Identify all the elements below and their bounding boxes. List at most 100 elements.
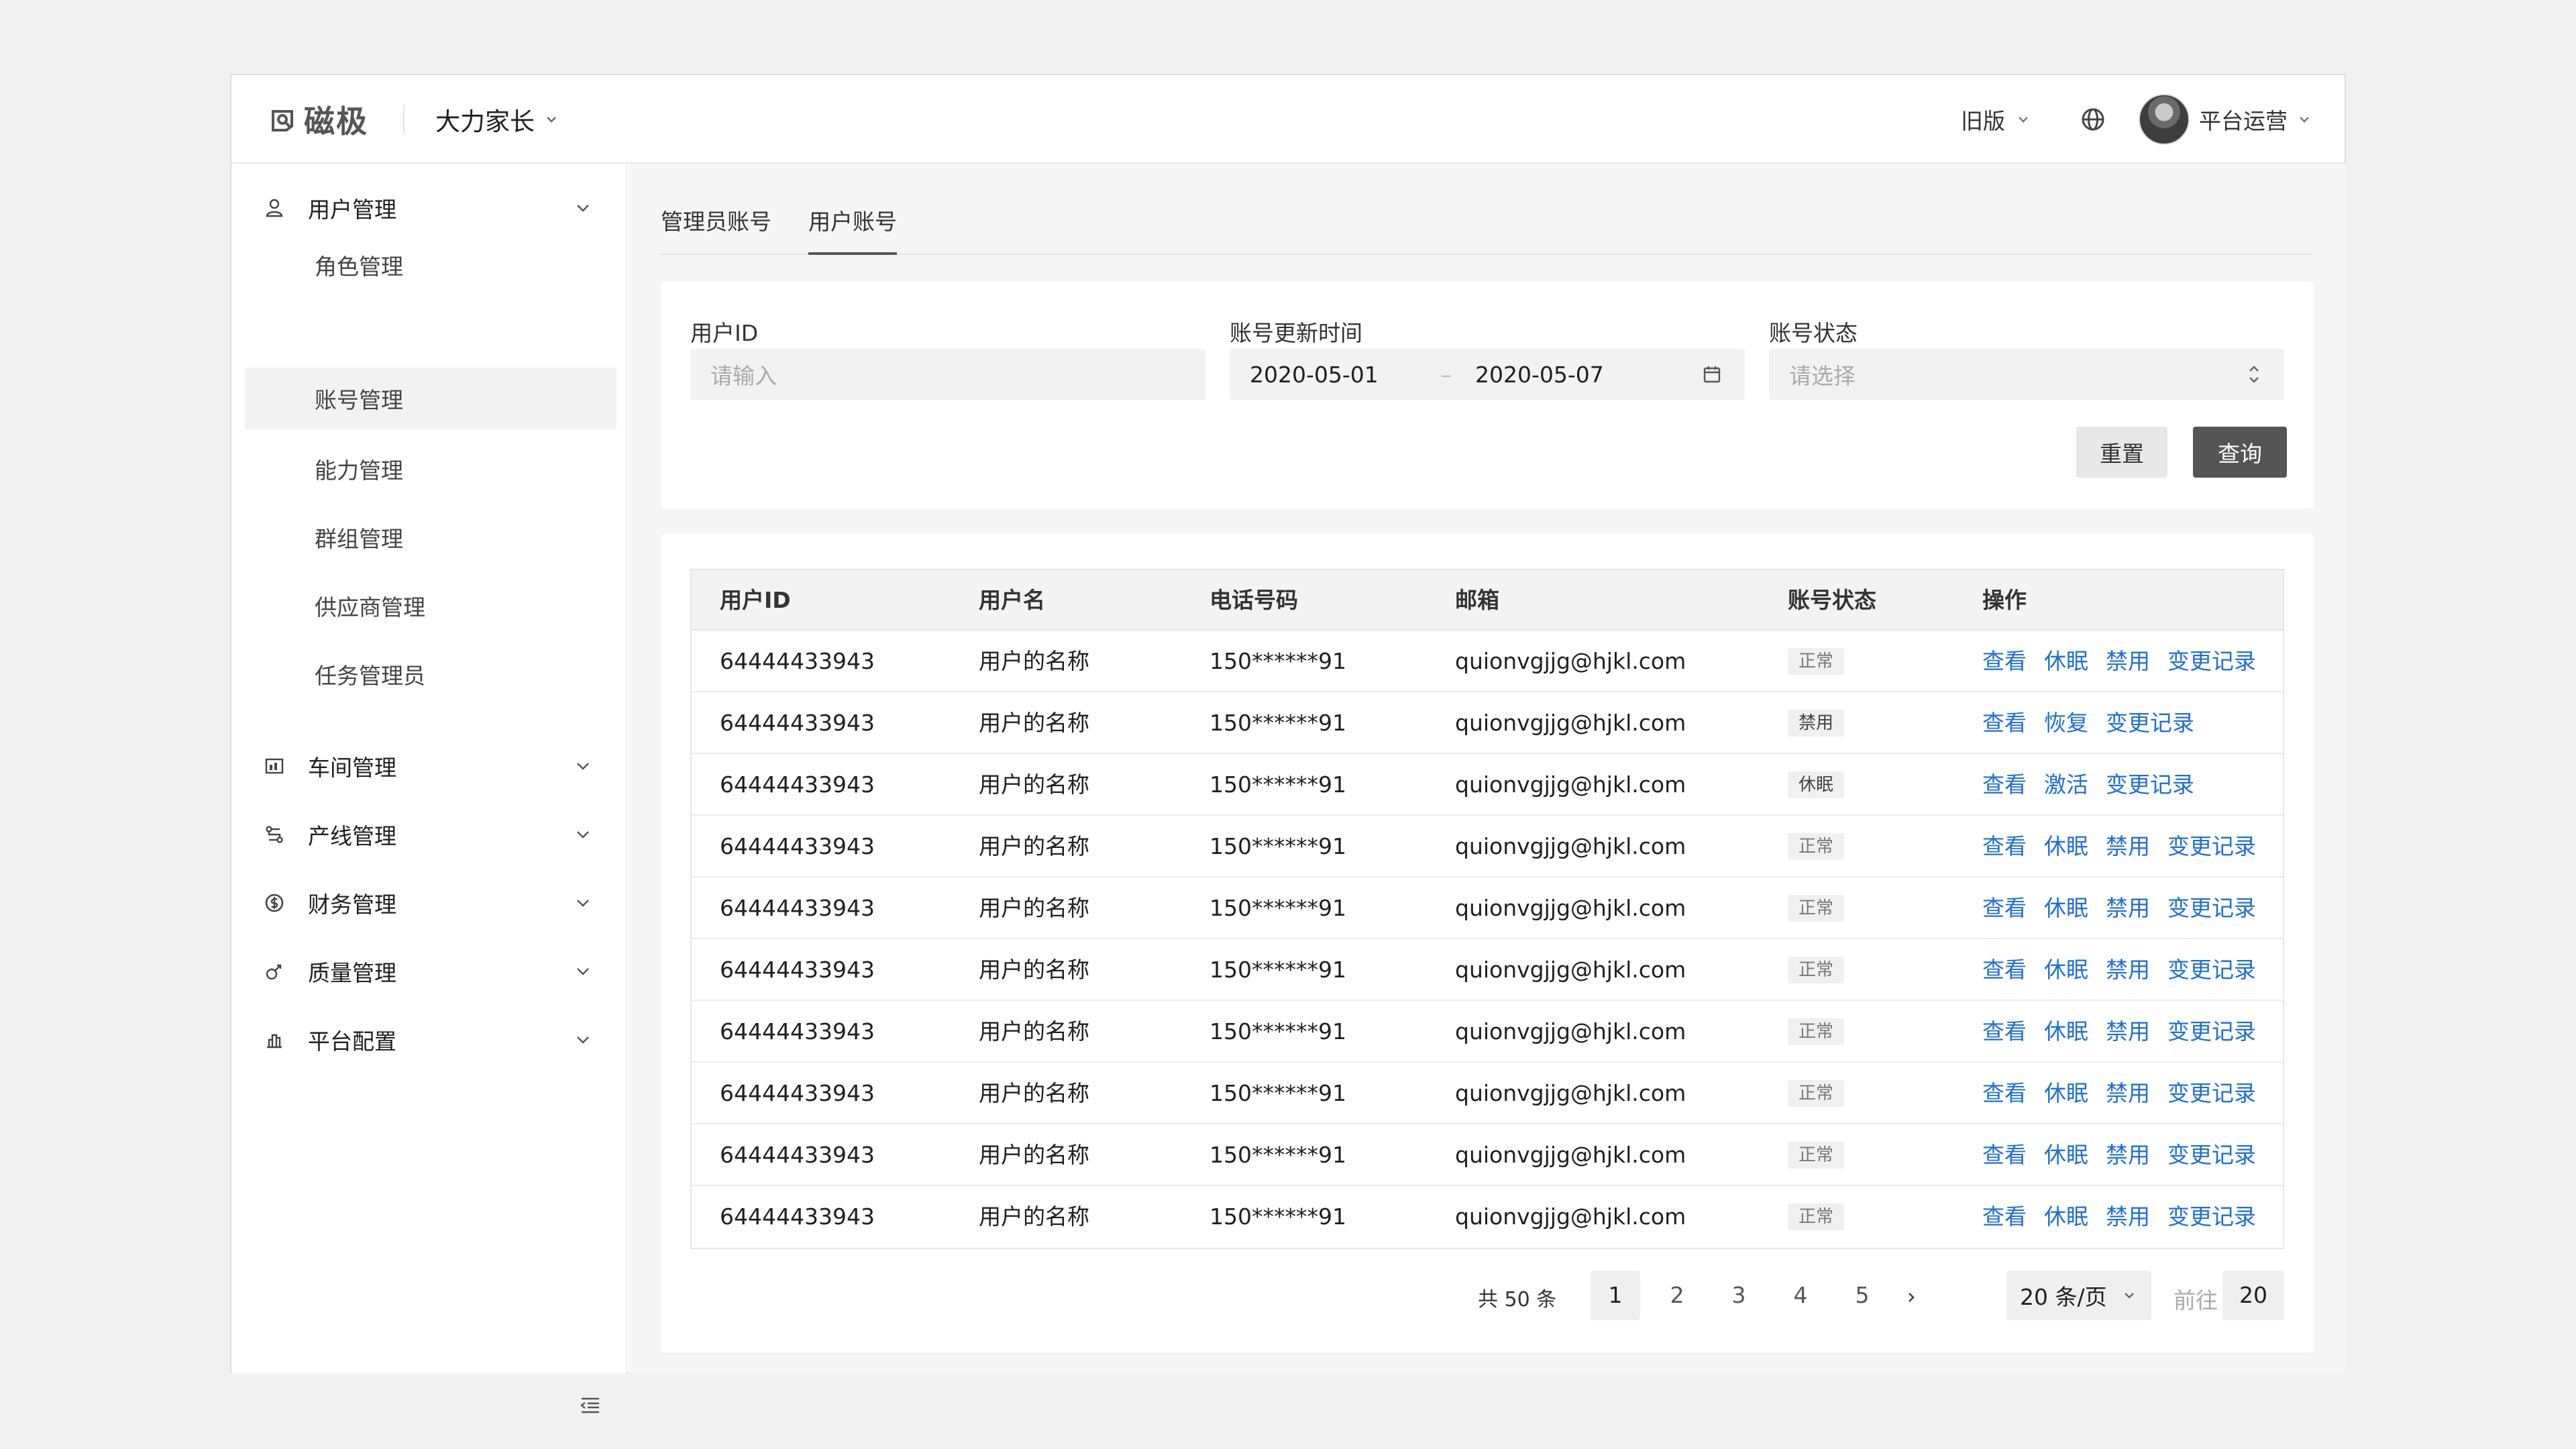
- sidebar-group-user-management[interactable]: 用户管理: [231, 181, 627, 235]
- row-action-link[interactable]: 查看: [1982, 1124, 2027, 1186]
- sidebar-item-supplier-management[interactable]: 供应商管理: [245, 576, 616, 636]
- sidebar-group-production-line[interactable]: 产线管理: [231, 808, 627, 861]
- workspace-switcher[interactable]: 大力家长: [435, 102, 559, 137]
- cell-email: quionvgjjg@hjkl.com: [1455, 771, 1686, 798]
- row-action-link[interactable]: 休眠: [2044, 631, 2088, 692]
- table-row: 64444433943 用户的名称 150******91 quionvgjjg@hj…: [692, 1124, 2283, 1186]
- workspace-name: 大力家长: [435, 107, 535, 136]
- row-action-link[interactable]: 变更记录: [2167, 939, 2256, 1001]
- sidebar-group-quality[interactable]: 质量管理: [231, 945, 627, 998]
- row-action-link[interactable]: 变更记录: [2167, 877, 2256, 939]
- row-action-link[interactable]: 变更记录: [2167, 1186, 2256, 1248]
- row-action-link[interactable]: 禁用: [2106, 1186, 2150, 1248]
- user-menu[interactable]: 平台运营: [2139, 94, 2312, 145]
- row-action-link[interactable]: 变更记录: [2106, 692, 2194, 754]
- page-number-button[interactable]: 5: [1837, 1271, 1887, 1320]
- row-action-link[interactable]: 禁用: [2106, 877, 2150, 939]
- tab-admin-accounts[interactable]: 管理员账号: [661, 204, 771, 255]
- sidebar-item-label: 任务管理员: [315, 663, 425, 689]
- row-action-link[interactable]: 变更记录: [2167, 631, 2256, 692]
- cell-email: quionvgjjg@hjkl.com: [1455, 957, 1686, 983]
- sidebar-group-label: 平台配置: [308, 1028, 396, 1055]
- avatar: [2139, 94, 2190, 145]
- status-badge: 正常: [1788, 833, 1845, 860]
- sidebar-group-platform-config[interactable]: 平台配置: [231, 1013, 627, 1067]
- user-id-input[interactable]: 请输入: [690, 349, 1205, 400]
- row-action-link[interactable]: 禁用: [2106, 631, 2150, 692]
- date-range-picker[interactable]: 2020-05-01 – 2020-05-07: [1230, 349, 1745, 400]
- row-action-link[interactable]: 禁用: [2106, 939, 2150, 1001]
- row-action-link[interactable]: 激活: [2044, 754, 2088, 816]
- page-number-button[interactable]: 4: [1776, 1271, 1825, 1320]
- cell-user-id: 64444433943: [720, 771, 875, 798]
- row-action-link[interactable]: 查看: [1982, 816, 2027, 877]
- collapse-sidebar-icon[interactable]: [579, 1394, 602, 1417]
- page-number-button[interactable]: 3: [1714, 1271, 1764, 1320]
- calendar-icon: [1703, 366, 1721, 383]
- row-action-link[interactable]: 查看: [1982, 692, 2027, 754]
- cell-email: quionvgjjg@hjkl.com: [1455, 1142, 1686, 1168]
- row-action-link[interactable]: 禁用: [2106, 1001, 2150, 1063]
- row-action-link[interactable]: 查看: [1982, 939, 2027, 1001]
- query-button[interactable]: 查询: [2193, 427, 2287, 478]
- row-action-link[interactable]: 休眠: [2044, 1001, 2088, 1063]
- row-action-link[interactable]: 变更记录: [2167, 816, 2256, 877]
- row-action-link[interactable]: 变更记录: [2106, 754, 2194, 816]
- update-time-label: 账号更新时间: [1230, 320, 1362, 346]
- cell-user-id: 64444433943: [720, 957, 875, 983]
- row-action-link[interactable]: 休眠: [2044, 1124, 2088, 1186]
- row-action-link[interactable]: 恢复: [2044, 692, 2088, 754]
- brand-logo[interactable]: 磁极: [269, 101, 368, 140]
- row-action-link[interactable]: 禁用: [2106, 1124, 2150, 1186]
- sidebar-group-workshop-management[interactable]: 车间管理: [231, 739, 627, 793]
- column-header-actions: 操作: [1982, 587, 2027, 613]
- row-action-link[interactable]: 查看: [1982, 877, 2027, 939]
- row-action-link[interactable]: 禁用: [2106, 1063, 2150, 1124]
- legacy-version-dropdown[interactable]: 旧版: [1961, 102, 2031, 137]
- goto-page-input[interactable]: 20: [2222, 1271, 2284, 1320]
- sidebar-group-finance[interactable]: 财务管理: [231, 876, 627, 930]
- select-arrows-icon: [2249, 366, 2259, 383]
- sidebar-item-label: 角色管理: [315, 254, 403, 280]
- cell-phone: 150******91: [1210, 833, 1346, 859]
- row-action-link[interactable]: 变更记录: [2167, 1124, 2256, 1186]
- row-action-link[interactable]: 变更记录: [2167, 1001, 2256, 1063]
- row-action-link[interactable]: 查看: [1982, 631, 2027, 692]
- row-action-link[interactable]: 变更记录: [2167, 1063, 2256, 1124]
- table-row: 64444433943 用户的名称 150******91 quionvgjjg@hj…: [692, 939, 2283, 1001]
- row-action-link[interactable]: 查看: [1982, 1063, 2027, 1124]
- row-action-link[interactable]: 休眠: [2044, 1063, 2088, 1124]
- tab-user-accounts[interactable]: 用户账号: [808, 204, 897, 255]
- sidebar-item-group-management[interactable]: 群组管理: [245, 507, 616, 568]
- sidebar-item-account-management[interactable]: 账号管理: [245, 368, 616, 429]
- row-action-link[interactable]: 休眠: [2044, 877, 2088, 939]
- filter-panel: 用户ID 请输入 账号更新时间 2020-05-01 – 2020-05-07 …: [661, 282, 2314, 508]
- row-action-link[interactable]: 查看: [1982, 754, 2027, 816]
- row-action-link[interactable]: 查看: [1982, 1186, 2027, 1248]
- row-action-link[interactable]: 休眠: [2044, 1186, 2088, 1248]
- sidebar-item-role-management[interactable]: 角色管理: [245, 235, 616, 295]
- chevron-down-icon: [2300, 117, 2309, 123]
- row-action-link[interactable]: 休眠: [2044, 816, 2088, 877]
- row-action-link[interactable]: 查看: [1982, 1001, 2027, 1063]
- cell-user-id: 64444433943: [720, 833, 875, 859]
- chevron-right-icon[interactable]: [1902, 1288, 1921, 1307]
- page-number-button[interactable]: 2: [1652, 1271, 1702, 1320]
- account-status-select[interactable]: 请选择: [1769, 349, 2284, 400]
- cell-user-id: 64444433943: [720, 1142, 875, 1168]
- reset-button[interactable]: 重置: [2076, 427, 2167, 478]
- goto-label: 前往: [2174, 1287, 2218, 1313]
- row-action-link[interactable]: 休眠: [2044, 939, 2088, 1001]
- row-action-link[interactable]: 禁用: [2106, 816, 2150, 877]
- chevron-down-icon: [2019, 117, 2028, 123]
- globe-icon[interactable]: [2080, 106, 2106, 133]
- sidebar-item-task-admin[interactable]: 任务管理员: [245, 644, 616, 704]
- chevron-down-icon: [2124, 1293, 2134, 1299]
- page-size-select[interactable]: 20 条/页: [2006, 1271, 2151, 1320]
- chevron-down-icon: [577, 900, 589, 907]
- cell-user-id: 64444433943: [720, 710, 875, 736]
- table-body: 64444433943 用户的名称 150******91 quionvgjjg@hj…: [692, 631, 2283, 1248]
- column-header-phone: 电话号码: [1210, 587, 1298, 613]
- page-number-button[interactable]: 1: [1591, 1271, 1640, 1320]
- sidebar-item-capability-management[interactable]: 能力管理: [245, 439, 616, 499]
